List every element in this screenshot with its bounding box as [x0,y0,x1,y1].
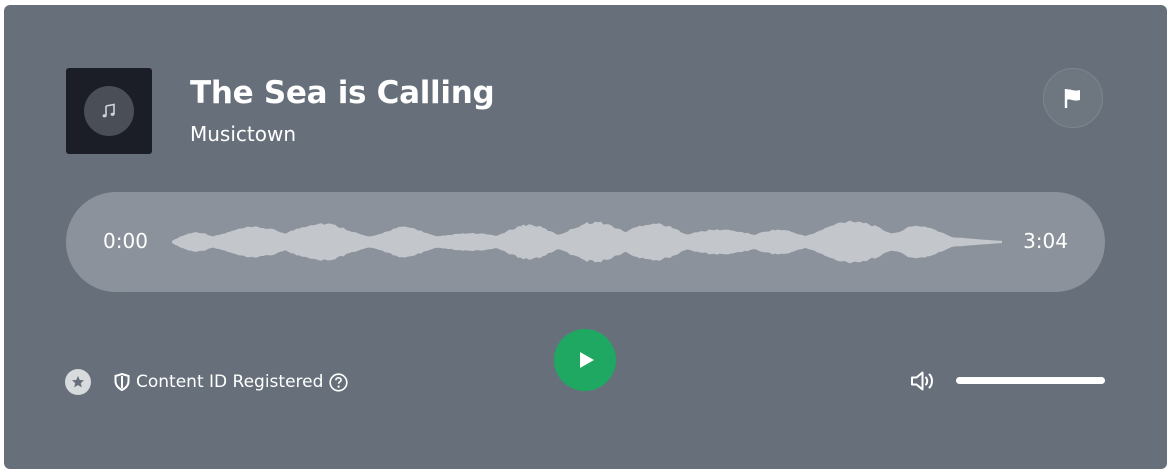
play-button[interactable] [554,329,616,391]
current-time: 0:00 [103,229,148,253]
music-note-icon [84,86,134,136]
content-id-status: Content ID Registered [114,370,348,394]
question-circle-icon[interactable] [329,372,348,392]
waveform-shape [172,220,1002,264]
flag-icon [1063,87,1083,109]
shield-icon [114,373,130,391]
content-id-label: Content ID Registered [136,372,324,392]
volume-slider[interactable] [956,377,1105,384]
waveform[interactable] [172,212,1002,272]
volume-level-fill [956,377,1105,384]
star-icon [71,375,85,389]
track-duration: 3:04 [1023,229,1068,253]
audio-player-card: The Sea is Calling Musictown 0:00 3:04 C… [4,5,1167,469]
favorite-button[interactable] [65,369,91,395]
play-icon [579,351,595,369]
track-artist[interactable]: Musictown [190,122,296,146]
speaker-icon[interactable] [910,369,936,393]
album-cover [66,68,152,154]
track-title: The Sea is Calling [190,75,495,111]
waveform-seekbar[interactable]: 0:00 3:04 [66,192,1105,292]
report-flag-button[interactable] [1043,68,1103,128]
